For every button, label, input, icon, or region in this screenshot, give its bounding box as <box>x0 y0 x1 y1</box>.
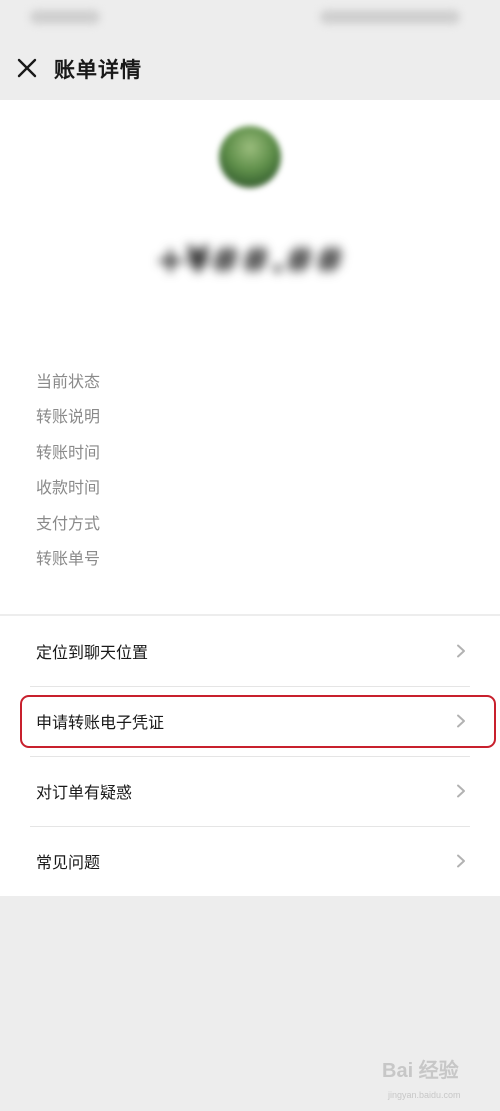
close-button[interactable] <box>12 53 42 83</box>
info-label: 转账说明 <box>36 407 101 427</box>
info-label: 支付方式 <box>36 513 101 533</box>
action-list: 定位到聊天位置 申请转账电子凭证 对订单有疑惑 常见问题 <box>0 616 500 896</box>
page-title: 账单详情 <box>54 58 142 82</box>
transfer-amount: +¥##.## <box>155 240 345 281</box>
bill-detail-card: +¥##.## 当前状态 转账说明 转账时间 收款时间 支付方式 转账单号 <box>0 100 500 614</box>
info-row-transfer-time: 转账时间 <box>36 433 476 469</box>
chevron-right-icon <box>457 854 465 868</box>
watermark: Bai 经验 <box>382 1054 459 1083</box>
watermark-logo: Bai 经验 <box>382 1060 459 1082</box>
bill-info-list: 当前状态 转账说明 转账时间 收款时间 支付方式 转账单号 <box>36 362 476 575</box>
close-icon[interactable] <box>16 57 38 79</box>
info-row-status: 当前状态 <box>36 362 476 398</box>
nav-bar: 账单详情 <box>0 36 500 100</box>
info-row-note: 转账说明 <box>36 398 476 434</box>
chevron-right-icon <box>457 714 465 728</box>
info-row-transfer-id: 转账单号 <box>36 540 476 576</box>
info-row-receive-time: 收款时间 <box>36 469 476 505</box>
action-label: 申请转账电子凭证 <box>36 713 165 732</box>
watermark-url: jingyan.baidu.com <box>388 1090 461 1100</box>
action-apply-e-voucher[interactable]: 申请转账电子凭证 <box>0 686 500 756</box>
info-label: 转账时间 <box>36 442 101 462</box>
status-bar <box>0 0 500 36</box>
action-label: 对订单有疑惑 <box>36 783 133 802</box>
status-bar-left-blur <box>30 10 100 24</box>
avatar <box>219 126 281 188</box>
action-label: 定位到聊天位置 <box>36 643 149 662</box>
action-order-question[interactable]: 对订单有疑惑 <box>0 756 500 826</box>
chevron-right-icon <box>457 784 465 798</box>
info-label: 转账单号 <box>36 549 101 569</box>
info-label: 当前状态 <box>36 371 101 391</box>
status-bar-right-blur <box>320 10 460 24</box>
action-faq[interactable]: 常见问题 <box>0 826 500 896</box>
action-label: 常见问题 <box>36 853 101 872</box>
action-locate-chat[interactable]: 定位到聊天位置 <box>0 616 500 686</box>
chevron-right-icon <box>457 644 465 658</box>
info-label: 收款时间 <box>36 478 101 498</box>
info-row-payment-method: 支付方式 <box>36 504 476 540</box>
